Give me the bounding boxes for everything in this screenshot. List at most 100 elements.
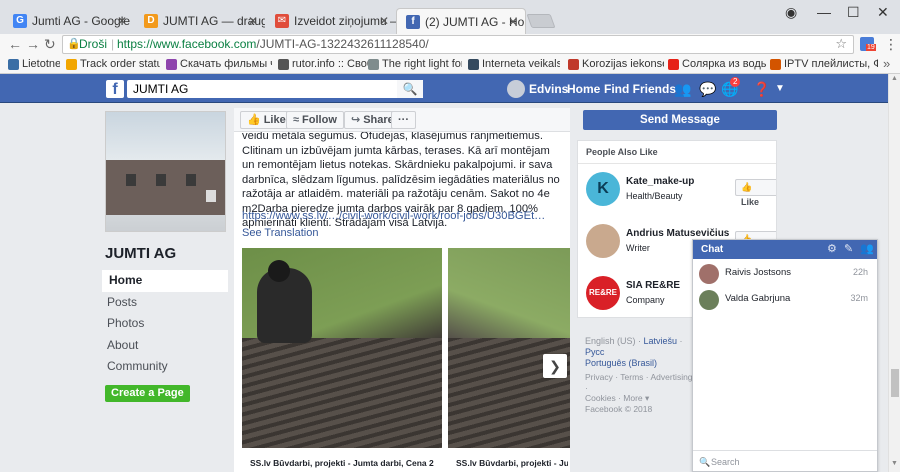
house-image (106, 160, 225, 215)
scroll-up-icon[interactable]: ▲ (891, 75, 898, 82)
like-button[interactable]: 👍 Like (735, 179, 776, 207)
browser-menu-icon[interactable]: ⋮ (884, 36, 898, 53)
avatar: RE&RE (586, 276, 620, 310)
bookmark-label: Lietotnes (22, 58, 60, 70)
carousel-next-icon[interactable]: ❯ (543, 354, 567, 378)
help-icon[interactable]: ❓ (753, 80, 770, 98)
gear-icon[interactable]: ⚙ (827, 240, 837, 259)
youtube-icon (668, 59, 679, 70)
like-page-button[interactable]: 👍 Like (240, 111, 293, 129)
friend-requests-icon[interactable]: 👥 (674, 80, 691, 98)
panel-title: People Also Like (586, 147, 658, 157)
suggested-page-name[interactable]: Kate_make-up (626, 176, 694, 187)
bookmark-item[interactable]: rutor.info :: Свободн (278, 58, 370, 70)
close-icon[interactable]: ✕ (379, 8, 389, 34)
page-nav: Home Posts Photos About Community (102, 270, 228, 378)
profile-icon[interactable]: ◉ (785, 4, 797, 21)
browser-tab-google[interactable]: G Jumti AG - Google meklē ✕ (4, 8, 134, 34)
share-label: Share (363, 114, 394, 126)
bookmark-apps[interactable]: Lietotnes (8, 58, 60, 70)
bookmark-label: Скачать фильмы чер (180, 58, 272, 70)
facebook-search-input[interactable] (127, 80, 423, 98)
post-photo[interactable] (448, 248, 570, 448)
bookmark-label: rutor.info :: Свободн (292, 58, 370, 70)
window-close-icon[interactable]: ✕ (877, 4, 889, 21)
post-link[interactable]: https://www.ss.lv/…/civil-work/civil-wor… (242, 210, 545, 222)
window-shape (126, 174, 136, 186)
suggested-page-name[interactable]: SIA RE&RE (626, 280, 680, 291)
maximize-icon[interactable]: ☐ (847, 4, 860, 21)
facebook-logo-icon[interactable]: f (106, 80, 124, 98)
search-icon[interactable]: 🔍 (397, 80, 423, 98)
bookmark-item[interactable]: Скачать фильмы чер (166, 58, 272, 70)
bookmark-item[interactable]: IPTV плейлисты, Фев (770, 58, 878, 70)
nav-find-friends[interactable]: Find Friends (604, 80, 676, 98)
close-icon[interactable]: ✕ (508, 9, 518, 34)
close-icon[interactable]: ✕ (248, 8, 258, 34)
new-tab-button[interactable] (526, 14, 556, 28)
rss-icon: ≈ (293, 114, 300, 126)
minimize-icon[interactable]: — (817, 4, 831, 20)
follow-button[interactable]: ≈ Follow (286, 111, 344, 129)
bookmarks-overflow-icon[interactable]: » (883, 56, 890, 71)
profile-link[interactable]: Edvins (507, 80, 568, 98)
chat-header[interactable]: Chat ⚙ ✎ 👥 (693, 240, 877, 259)
create-page-button[interactable]: Create a Page (105, 385, 190, 402)
messenger-icon[interactable]: 💬 (699, 80, 716, 98)
bookmark-label: IPTV плейлисты, Фев (784, 58, 878, 70)
footer-links[interactable]: Privacy · Terms · Advertising · (585, 372, 695, 393)
url-path: /JUMTI-AG-1322432611128540/ (256, 37, 429, 51)
page-nav-home[interactable]: Home (102, 270, 228, 292)
forward-icon[interactable]: → (26, 36, 40, 52)
post-card: veidu metāla segumus. Ofudejas, klasējum… (234, 132, 570, 472)
bookmark-item[interactable]: Korozijas iekonservē (568, 58, 664, 70)
chat-contact[interactable]: Valda Gabrjuna 32m (693, 287, 877, 311)
back-icon[interactable]: ← (8, 36, 22, 52)
inbox-icon: ✉ (275, 14, 289, 28)
bookmark-label: The right light for you (382, 58, 462, 70)
scroll-down-icon[interactable]: ▼ (891, 460, 898, 467)
page-scrollbar[interactable]: ▲ ▼ (888, 74, 900, 472)
suggested-page-name[interactable]: Andrius Matusevičius (626, 228, 729, 239)
chat-title: Chat (701, 244, 724, 255)
bookmark-favicon (770, 59, 781, 70)
page-nav-about[interactable]: About (102, 335, 228, 357)
thumbs-up-icon: 👍 (741, 182, 753, 192)
bookmark-star-icon[interactable]: ☆ (835, 35, 847, 52)
browser-tab-draugiem[interactable]: D JUMTI AG — draugiem.lv ✕ (135, 8, 265, 34)
bookmark-item[interactable]: Interneta veikals VIEN (468, 58, 560, 70)
page-nav-photos[interactable]: Photos (102, 313, 228, 335)
draugiem-icon: D (144, 14, 158, 28)
bookmark-item[interactable]: Track order status - A (66, 58, 160, 70)
close-icon[interactable]: ✕ (117, 8, 127, 34)
scrollbar-thumb[interactable] (891, 369, 899, 397)
new-group-icon[interactable]: 👥 (860, 240, 874, 259)
account-menu-icon[interactable]: ▼ (775, 80, 785, 98)
footer-links[interactable]: Cookies · More ▾ (585, 393, 695, 404)
suggested-page[interactable]: K Kate_make-up Health/Beauty 👍 Like (578, 164, 776, 214)
nav-home[interactable]: Home (567, 80, 600, 98)
chat-contact[interactable]: Raivis Jostsons 22h (693, 261, 877, 285)
bookmark-item[interactable]: Солярка из воды Хо (668, 58, 766, 70)
reload-icon[interactable]: ↻ (44, 36, 56, 53)
photo-caption[interactable]: SS.lv Būvdarbi, projekti - Jumta darbi, … (250, 458, 435, 468)
send-message-button[interactable]: Send Message (583, 110, 777, 130)
browser-tab-inbox[interactable]: ✉ Izveidot ziņojumu – Inbox ✕ (266, 8, 396, 34)
bookmark-item[interactable]: The right light for you (368, 58, 462, 70)
page-nav-community[interactable]: Community (102, 356, 228, 378)
language-link[interactable]: Русс (585, 347, 604, 357)
language-link[interactable]: Latviešu (644, 336, 678, 346)
post-photo[interactable] (242, 248, 442, 448)
page-profile-photo[interactable] (105, 111, 226, 232)
language-link[interactable]: Português (Brasil) (585, 358, 657, 368)
facebook-icon: f (406, 15, 420, 29)
photo-caption[interactable]: SS.lv Būvdarbi, projekti - Jum (456, 458, 568, 468)
more-button[interactable]: ··· (391, 111, 416, 129)
compose-icon[interactable]: ✎ (844, 240, 853, 259)
chat-search-input[interactable]: 🔍 Search (693, 450, 877, 472)
avatar: K (586, 172, 620, 206)
page-nav-posts[interactable]: Posts (102, 292, 228, 314)
browser-tab-facebook[interactable]: f (2) JUMTI AG - Home ✕ (396, 8, 526, 34)
address-bar[interactable]: 🔒 Droši | https://www.facebook.com/JUMTI… (62, 35, 854, 54)
see-translation-link[interactable]: See Translation (242, 227, 318, 239)
